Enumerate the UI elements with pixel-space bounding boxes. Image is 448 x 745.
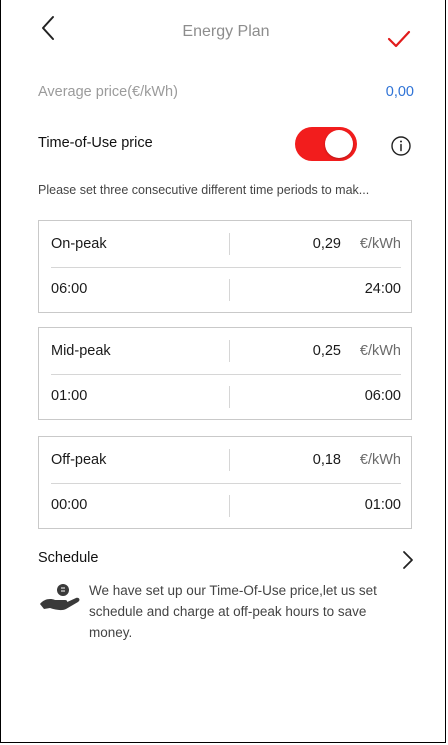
divider [229, 386, 230, 408]
price-unit: €/kWh [359, 236, 401, 252]
divider [229, 495, 230, 517]
price-unit: €/kWh [359, 452, 401, 468]
instruction-text: Please set three consecutive different t… [38, 183, 370, 197]
average-price-value: 0,00 [385, 84, 414, 100]
period-end-time[interactable]: 01:00 [365, 497, 401, 513]
schedule-row[interactable]: Schedule [38, 550, 414, 574]
period-price[interactable]: 0,25 [313, 343, 341, 359]
period-name: Mid-peak [51, 343, 111, 359]
divider [229, 279, 230, 301]
time-of-use-toggle[interactable] [295, 127, 357, 161]
page-title: Energy Plan [182, 23, 270, 40]
period-price[interactable]: 0,29 [313, 236, 341, 252]
divider [229, 340, 230, 362]
divider [51, 483, 401, 484]
time-of-use-label: Time-of-Use price [38, 135, 153, 151]
period-name: Off-peak [51, 452, 107, 468]
hand-coin-icon [40, 584, 80, 611]
divider [51, 374, 401, 375]
period-start-time[interactable]: 06:00 [51, 281, 87, 297]
period-card-mid-peak: Mid-peak 0,25 €/kWh 01:00 06:00 [38, 327, 412, 420]
top-bar: Energy Plan [0, 0, 448, 64]
period-card-off-peak: Off-peak 0,18 €/kWh 00:00 01:00 [38, 436, 412, 529]
chevron-right-icon [403, 551, 413, 569]
checkmark-icon[interactable] [386, 28, 412, 50]
schedule-tip-text: We have set up our Time-Of-Use price,let… [89, 583, 377, 640]
period-card-on-peak: On-peak 0,29 €/kWh 06:00 24:00 [38, 220, 412, 313]
schedule-label: Schedule [38, 550, 99, 566]
period-start-time[interactable]: 00:00 [51, 497, 87, 513]
period-end-time[interactable]: 24:00 [365, 281, 401, 297]
period-start-time[interactable]: 01:00 [51, 388, 87, 404]
price-unit: €/kWh [359, 343, 401, 359]
divider [51, 267, 401, 268]
info-icon[interactable] [390, 135, 412, 157]
period-end-time[interactable]: 06:00 [365, 388, 401, 404]
toggle-knob [325, 130, 353, 158]
divider [229, 449, 230, 471]
divider [229, 233, 230, 255]
period-price[interactable]: 0,18 [313, 452, 341, 468]
period-name: On-peak [51, 236, 107, 252]
